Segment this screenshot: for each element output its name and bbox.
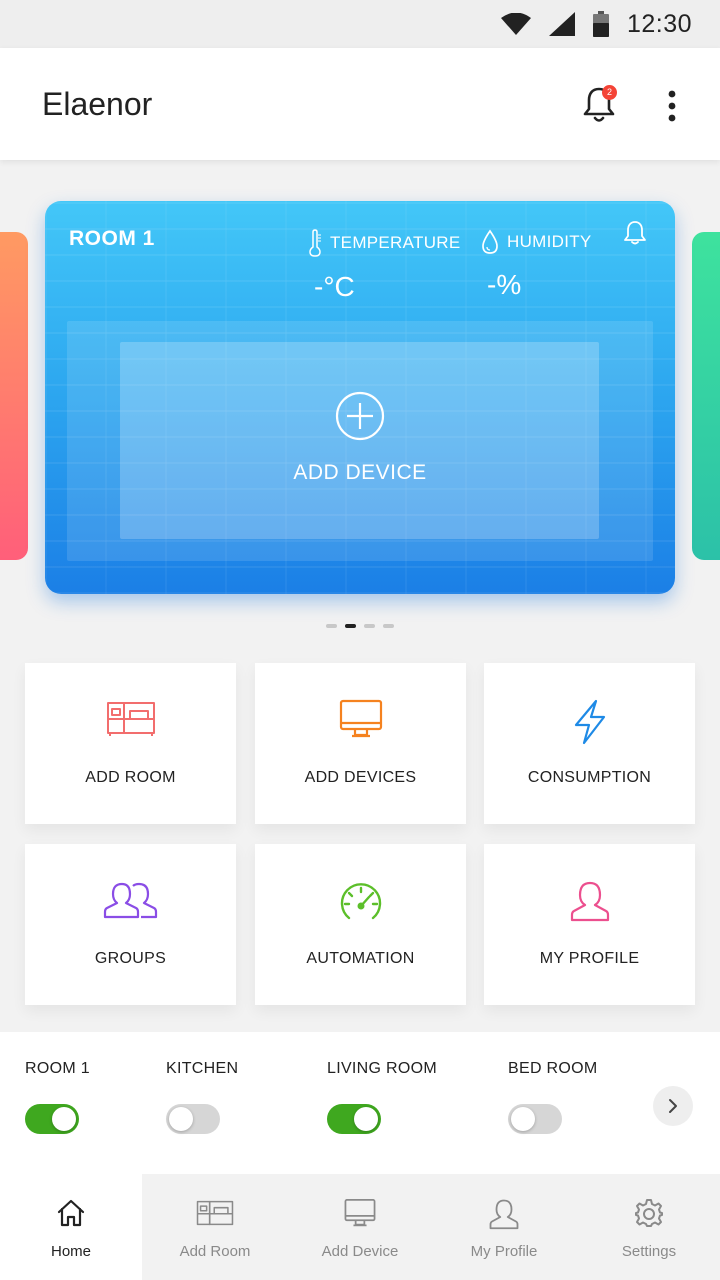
room-toggle-label: LIVING ROOM [327, 1060, 437, 1077]
page-title: Elaenor [42, 86, 153, 122]
room-switch[interactable] [25, 1104, 79, 1134]
bed-icon [106, 702, 155, 736]
clock: 12:30 [626, 9, 692, 38]
temperature-value: -°C [314, 271, 355, 302]
speedometer-icon [340, 883, 381, 920]
chevron-right-icon [669, 1099, 677, 1113]
water-drop-icon [482, 229, 498, 254]
groups-tile[interactable]: GROUPS [25, 844, 236, 1005]
bottom-navigation: Home Add Room Add Device My Profile Sett… [0, 1174, 720, 1280]
room-toggle-room-1: ROOM 1 [25, 1060, 90, 1134]
tile-label: ADD ROOM [85, 769, 176, 786]
group-icon [103, 882, 157, 919]
switch-knob [511, 1107, 535, 1131]
nav-my-profile[interactable]: My Profile [433, 1174, 575, 1280]
consumption-tile[interactable]: CONSUMPTION [484, 663, 695, 824]
carousel-dot[interactable] [383, 624, 394, 628]
scroll-rooms-button[interactable] [653, 1086, 693, 1126]
switch-knob [52, 1107, 76, 1131]
room-switch[interactable] [166, 1104, 220, 1134]
room-toggle-label: ROOM 1 [25, 1060, 90, 1077]
user-icon [570, 881, 609, 922]
status-bar: 12:30 [0, 0, 720, 48]
tile-label: AUTOMATION [306, 950, 415, 967]
temperature-label: TEMPERATURE [330, 233, 461, 252]
humidity-label: HUMIDITY [507, 232, 592, 251]
room-toggle-label: KITCHEN [166, 1060, 239, 1077]
nav-add-room[interactable]: Add Room [144, 1174, 286, 1280]
room-switch[interactable] [508, 1104, 562, 1134]
next-room-card[interactable] [692, 232, 720, 560]
nav-label: Settings [621, 1243, 677, 1260]
notification-badge: 2 [602, 85, 617, 100]
nav-settings[interactable]: Settings [578, 1174, 720, 1280]
tile-label: GROUPS [94, 950, 167, 967]
tile-label: MY PROFILE [539, 950, 640, 967]
humidity-value: -% [487, 269, 522, 300]
user-icon [489, 1199, 519, 1230]
switch-knob [169, 1107, 193, 1131]
home-icon [57, 1199, 85, 1227]
previous-room-card[interactable] [0, 232, 28, 560]
temperature-metric: TEMPERATURE -°C [308, 229, 461, 303]
my-profile-tile[interactable]: MY PROFILE [484, 844, 695, 1005]
gear-icon [635, 1199, 663, 1227]
carousel-dot-active[interactable] [345, 624, 356, 628]
room-toggle-living-room: LIVING ROOM [327, 1060, 437, 1134]
carousel-indicator [326, 624, 394, 628]
automation-tile[interactable]: AUTOMATION [255, 844, 466, 1005]
wifi-icon [500, 13, 531, 35]
signal-icon [548, 12, 575, 36]
room-switch[interactable] [327, 1104, 381, 1134]
room-toggle-bed-room: BED ROOM [508, 1060, 598, 1134]
nav-label: Add Room [179, 1243, 251, 1260]
battery-icon [592, 11, 609, 37]
add-device-label[interactable]: ADD DEVICE [45, 461, 675, 485]
tile-label: ADD DEVICES [304, 769, 417, 786]
add-devices-tile[interactable]: ADD DEVICES [255, 663, 466, 824]
room-card-title: ROOM 1 [69, 227, 155, 250]
room-toggle-kitchen: KITCHEN [166, 1060, 239, 1134]
room-card[interactable]: ROOM 1 TEMPERATURE -°C HUMIDITY -% ADD D… [45, 201, 675, 594]
humidity-metric: HUMIDITY -% [481, 229, 592, 301]
room-alert-bell-icon[interactable] [623, 220, 647, 246]
nav-add-device[interactable]: Add Device [289, 1174, 431, 1280]
lightning-icon [574, 699, 605, 745]
switch-knob [354, 1107, 378, 1131]
more-options-icon[interactable] [662, 88, 682, 124]
add-room-tile[interactable]: ADD ROOM [25, 663, 236, 824]
thermometer-icon [309, 229, 321, 257]
app-bar: Elaenor [0, 48, 720, 160]
monitor-icon [344, 1199, 376, 1227]
bed-icon [196, 1200, 234, 1226]
nav-home[interactable]: Home [0, 1174, 142, 1280]
monitor-icon [339, 699, 382, 738]
nav-label: Home [50, 1243, 91, 1260]
add-circle-icon[interactable] [335, 391, 385, 441]
tile-label: CONSUMPTION [527, 769, 652, 786]
nav-label: My Profile [470, 1243, 538, 1260]
room-toggle-label: BED ROOM [508, 1060, 598, 1077]
room-switches-panel [0, 1032, 720, 1174]
carousel-dot[interactable] [364, 624, 375, 628]
nav-label: Add Device [321, 1243, 399, 1260]
carousel-dot[interactable] [326, 624, 337, 628]
